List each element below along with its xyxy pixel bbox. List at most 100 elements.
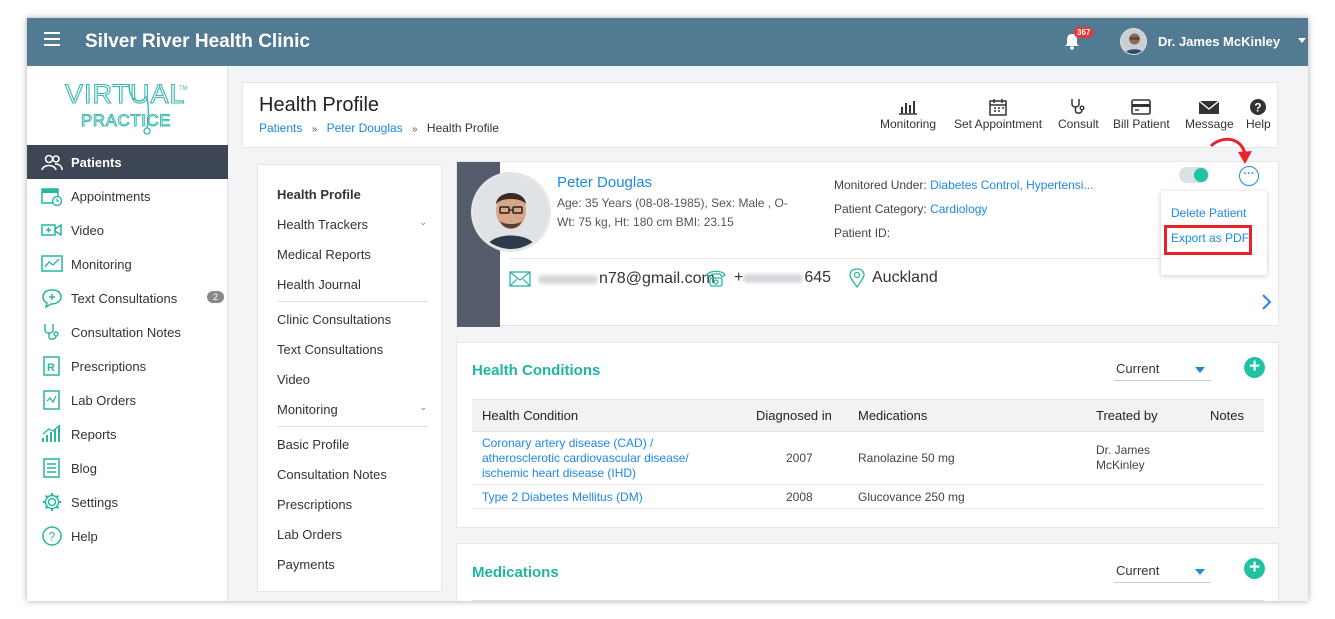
chevron-right-icon[interactable] [1260, 293, 1272, 311]
subnav-basic-profile[interactable]: Basic Profile [277, 437, 349, 452]
stethoscope-icon [41, 321, 63, 343]
col-health-condition[interactable]: Health Condition [472, 399, 732, 432]
col-treated-by[interactable]: Treated by [1090, 399, 1200, 432]
svg-text:R: R [47, 362, 55, 374]
patient-location: Auckland [849, 268, 938, 288]
help-button[interactable]: ? Help [1246, 97, 1271, 131]
divider [472, 600, 1264, 601]
subnav-monitoring[interactable]: Monitoring [277, 402, 338, 417]
subnav-health-journal[interactable]: Health Journal [277, 277, 361, 292]
medication-cell: Ranolazine 50 mg [852, 431, 1090, 485]
subnav-payments[interactable]: Payments [277, 557, 335, 572]
set-appointment-button[interactable]: Set Appointment [954, 97, 1042, 131]
table-row[interactable]: Type 2 Diabetes Mellitus (DM) 2008 Gluco… [472, 484, 1264, 509]
card-icon [1131, 99, 1152, 115]
sidebar-item-appointments[interactable]: Appointments [27, 179, 228, 213]
consult-button[interactable]: Consult [1058, 97, 1099, 131]
toggle-knob [1194, 168, 1208, 182]
user-name[interactable]: Dr. James McKinley [1158, 34, 1280, 49]
sidebar-item-label: Monitoring [71, 256, 132, 272]
health-profile-subnav: Health Profile Health Trackers ⌄ Medical… [257, 164, 442, 592]
breadcrumb-separator: » [311, 124, 318, 135]
stethoscope-icon [1071, 99, 1085, 114]
medications-title: Medications [472, 564, 559, 581]
breadcrumb-separator: » [412, 124, 418, 135]
subnav-medical-reports[interactable]: Medical Reports [277, 247, 371, 262]
envelope-icon [509, 271, 531, 287]
breadcrumb-patients[interactable]: Patients [259, 121, 302, 135]
city-text: Auckland [872, 269, 938, 286]
notes-cell [1200, 431, 1264, 485]
subnav-video[interactable]: Video [277, 372, 310, 387]
subnav-clinic-consultations[interactable]: Clinic Consultations [277, 312, 391, 327]
subnav-health-profile[interactable]: Health Profile [277, 187, 361, 202]
patient-email: n78@gmail.com [509, 270, 715, 288]
sidebar-item-label: Consultation Notes [71, 324, 181, 340]
col-medications[interactable]: Medications [852, 399, 1090, 432]
conditions-filter-select[interactable]: Current [1114, 357, 1211, 381]
sidebar-item-reports[interactable]: Reports [27, 417, 228, 451]
delete-patient-item[interactable]: Delete Patient [1171, 206, 1246, 220]
add-condition-button[interactable]: + [1244, 357, 1265, 378]
medications-filter-select[interactable]: Current [1114, 559, 1211, 583]
chevron-down-icon[interactable] [1298, 38, 1306, 43]
monitoring-button[interactable]: Monitoring [880, 97, 936, 131]
breadcrumb-patient-name[interactable]: Peter Douglas [327, 121, 403, 135]
annotation-arrow-icon [1209, 137, 1252, 164]
subnav-prescriptions[interactable]: Prescriptions [277, 497, 352, 512]
menu-icon[interactable] [44, 32, 60, 46]
subnav-health-trackers[interactable]: Health Trackers [277, 217, 368, 232]
condition-cell: Type 2 Diabetes Mellitus (DM) [472, 484, 732, 509]
message-label: Message [1185, 117, 1234, 131]
location-pin-icon [849, 268, 865, 288]
monitored-programs-link[interactable]: Diabetes Control, Hypertensi... [930, 178, 1093, 192]
redacted-text [538, 274, 598, 284]
notes-cell [1200, 484, 1264, 509]
sidebar-item-label: Text Consultations [71, 290, 178, 306]
status-toggle[interactable] [1179, 167, 1209, 183]
subnav-lab-orders[interactable]: Lab Orders [277, 527, 342, 542]
conditions-table: Health Condition Diagnosed in Medication… [472, 399, 1264, 509]
calendar-icon [989, 99, 1007, 116]
sidebar-item-prescriptions[interactable]: R Prescriptions [27, 349, 228, 383]
table-row[interactable]: Coronary artery disease (CAD) / atheroscl… [472, 431, 1264, 485]
patient-name[interactable]: Peter Douglas [557, 174, 652, 191]
condition-link[interactable]: Type 2 Diabetes Mellitus (DM) [482, 490, 643, 504]
sidebar-item-video[interactable]: Video [27, 213, 228, 247]
category-value[interactable]: Cardiology [930, 202, 987, 216]
bill-patient-button[interactable]: Bill Patient [1113, 97, 1170, 131]
avatar[interactable] [1120, 28, 1147, 55]
sidebar-item-settings[interactable]: Settings [27, 485, 228, 519]
sidebar-item-help[interactable]: ? Help [27, 519, 228, 553]
sidebar-item-monitoring[interactable]: Monitoring [27, 247, 228, 281]
sidebar-item-lab-orders[interactable]: Lab Orders [27, 383, 228, 417]
sidebar-item-blog[interactable]: Blog [27, 451, 228, 485]
lab-icon [41, 389, 63, 411]
diagnosed-year: 2007 [732, 431, 852, 485]
chevron-down-icon[interactable]: ⌄ [419, 217, 427, 228]
treated-by-cell: Dr. James McKinley [1090, 431, 1200, 485]
sidebar-item-label: Prescriptions [71, 358, 147, 374]
monitored-label: Monitored Under: [834, 178, 927, 192]
col-notes[interactable]: Notes [1200, 399, 1264, 432]
caret-down-icon [1195, 367, 1205, 373]
sidebar-item-text-consultations[interactable]: Text Consultations 2 [27, 281, 228, 315]
condition-link[interactable]: Coronary artery disease (CAD) / atheroscl… [482, 436, 689, 480]
sidebar-item-patients[interactable]: Patients [27, 145, 228, 179]
svg-text:?: ? [1255, 101, 1262, 115]
table-header-row: Health Condition Diagnosed in Medication… [472, 399, 1264, 432]
chat-icon [41, 287, 63, 309]
export-pdf-item[interactable]: Export as PDF [1171, 231, 1249, 245]
sidebar-item-consultation-notes[interactable]: Consultation Notes [27, 315, 228, 349]
contact-divider [509, 258, 1269, 259]
add-medication-button[interactable]: + [1244, 558, 1265, 579]
monitoring-icon [41, 253, 63, 275]
email-text: n78@gmail.com [599, 270, 715, 287]
sidebar-item-label: Blog [71, 460, 98, 476]
subnav-text-consultations[interactable]: Text Consultations [277, 342, 383, 357]
subnav-consultation-notes[interactable]: Consultation Notes [277, 467, 387, 482]
col-diagnosed-in[interactable]: Diagnosed in [732, 399, 852, 432]
message-button[interactable]: Message [1185, 97, 1234, 131]
chevron-down-icon[interactable]: ⌄ [419, 402, 427, 413]
medications-card: Medications Current + [456, 543, 1279, 601]
